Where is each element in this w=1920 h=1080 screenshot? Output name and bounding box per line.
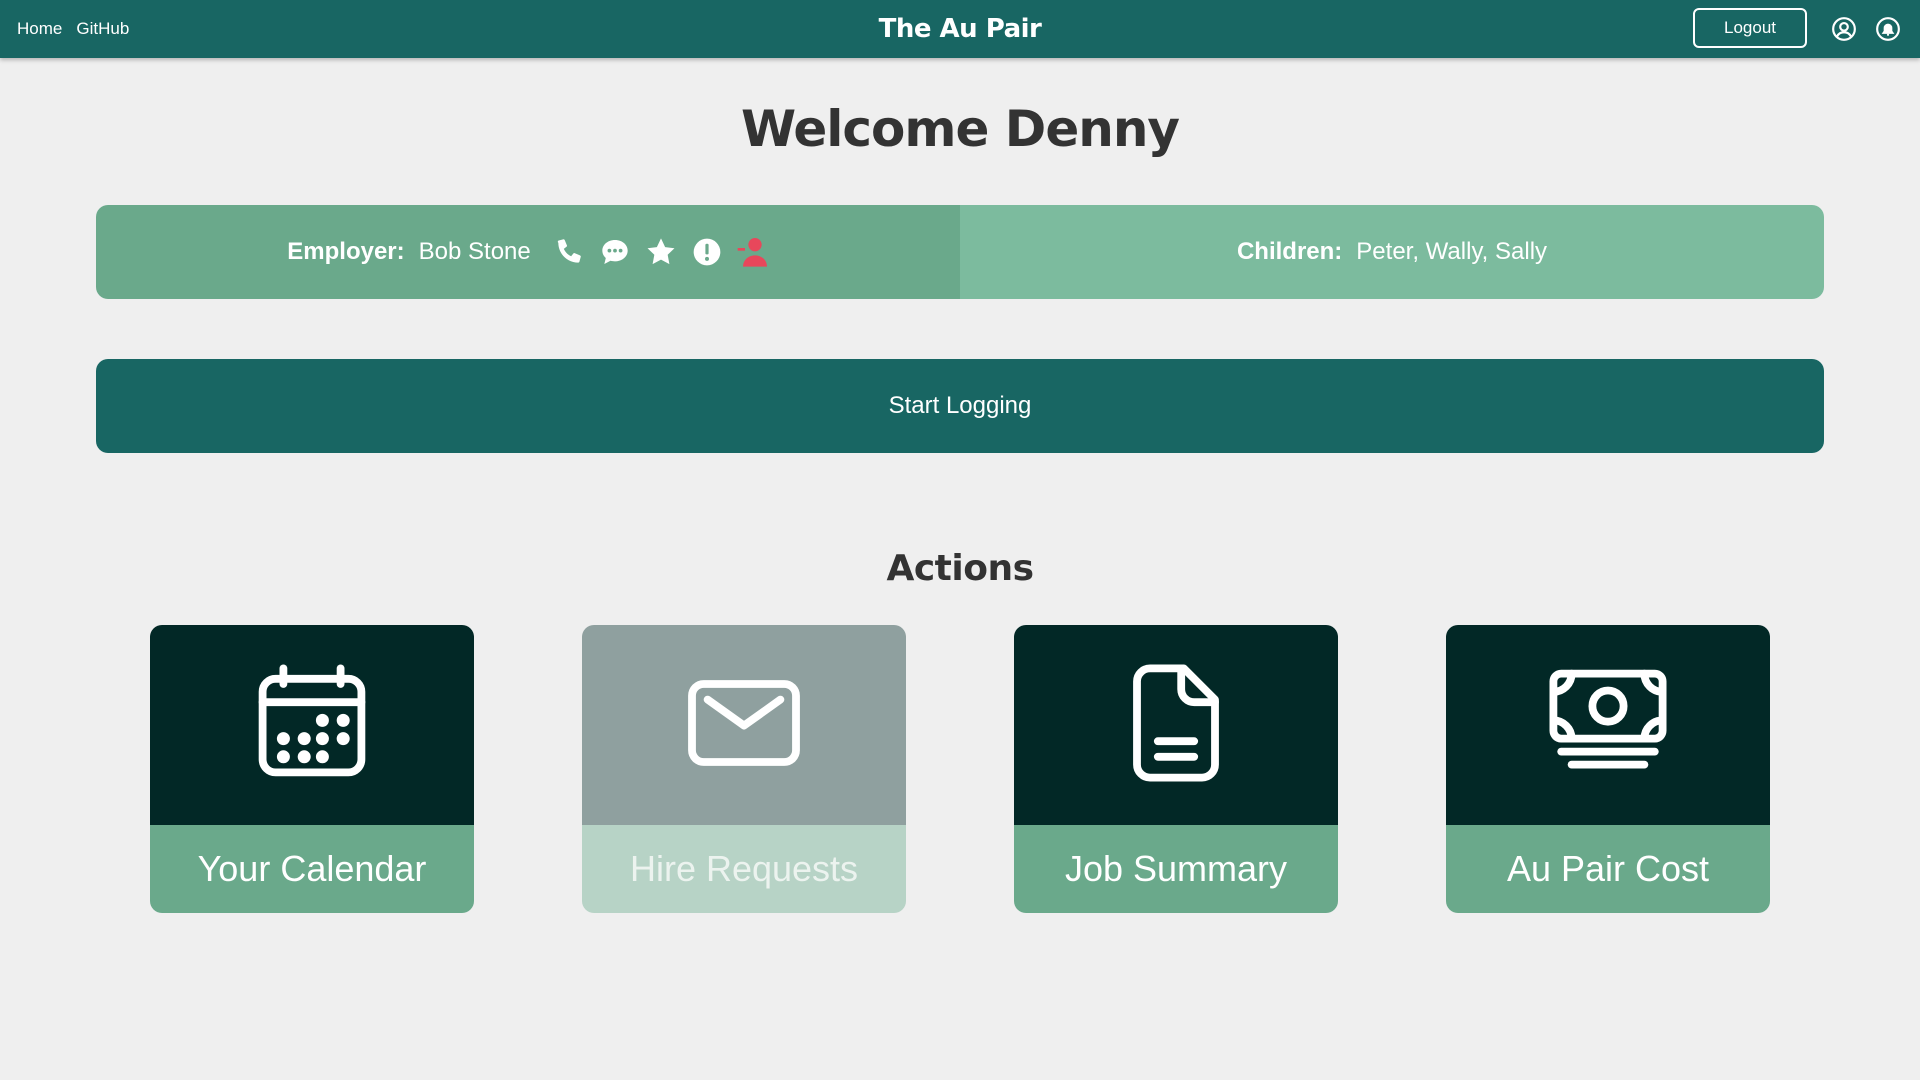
user-circle-icon[interactable] <box>1831 16 1857 42</box>
logout-button[interactable]: Logout <box>1693 8 1807 48</box>
employer-actions <box>553 236 769 268</box>
star-icon[interactable] <box>645 236 677 268</box>
remove-user-icon[interactable] <box>737 236 769 268</box>
calendar-icon <box>247 658 377 793</box>
brand-title: The Au Pair <box>878 14 1042 44</box>
hire-requests-card[interactable]: Hire Requests <box>582 625 906 913</box>
navbar: Home GitHub The Au Pair Logout <box>0 0 1920 58</box>
job-summary-card-label: Job Summary <box>1014 825 1338 913</box>
au-pair-cost-card-icon-area <box>1446 625 1770 825</box>
au-pair-cost-card[interactable]: Au Pair Cost <box>1446 625 1770 913</box>
welcome-heading: Welcome Denny <box>740 100 1180 158</box>
chat-icon[interactable] <box>599 236 631 268</box>
employer-label: Employer: <box>287 238 405 265</box>
job-summary-card[interactable]: Job Summary <box>1014 625 1338 913</box>
phone-icon[interactable] <box>553 236 585 268</box>
bell-icon[interactable] <box>1875 16 1901 42</box>
hire-requests-card-label: Hire Requests <box>582 825 906 913</box>
au-pair-cost-card-label: Au Pair Cost <box>1446 825 1770 913</box>
children-names: Peter, Wally, Sally <box>1356 238 1548 265</box>
envelope-icon <box>679 658 809 793</box>
nav-home-link[interactable]: Home <box>17 19 62 39</box>
nav-links: Home GitHub <box>17 0 129 58</box>
job-summary-card-icon-area <box>1014 625 1338 825</box>
employer-panel: Employer: Bob Stone <box>96 205 960 299</box>
employer-name: Bob Stone <box>418 238 531 265</box>
start-logging-button[interactable]: Start Logging <box>96 359 1824 453</box>
alert-icon[interactable] <box>691 236 723 268</box>
money-icon <box>1543 658 1673 793</box>
info-bar: Employer: Bob Stone Children: Peter, Wal… <box>96 205 1824 299</box>
calendar-card-icon-area <box>150 625 474 825</box>
actions-heading: Actions <box>886 548 1034 589</box>
calendar-card-label: Your Calendar <box>150 825 474 913</box>
children-panel: Children: Peter, Wally, Sally <box>960 205 1824 299</box>
nav-github-link[interactable]: GitHub <box>76 19 129 39</box>
hire-requests-card-icon-area <box>582 625 906 825</box>
calendar-card[interactable]: Your Calendar <box>150 625 474 913</box>
document-icon <box>1111 658 1241 793</box>
children-label: Children: <box>1236 238 1343 265</box>
